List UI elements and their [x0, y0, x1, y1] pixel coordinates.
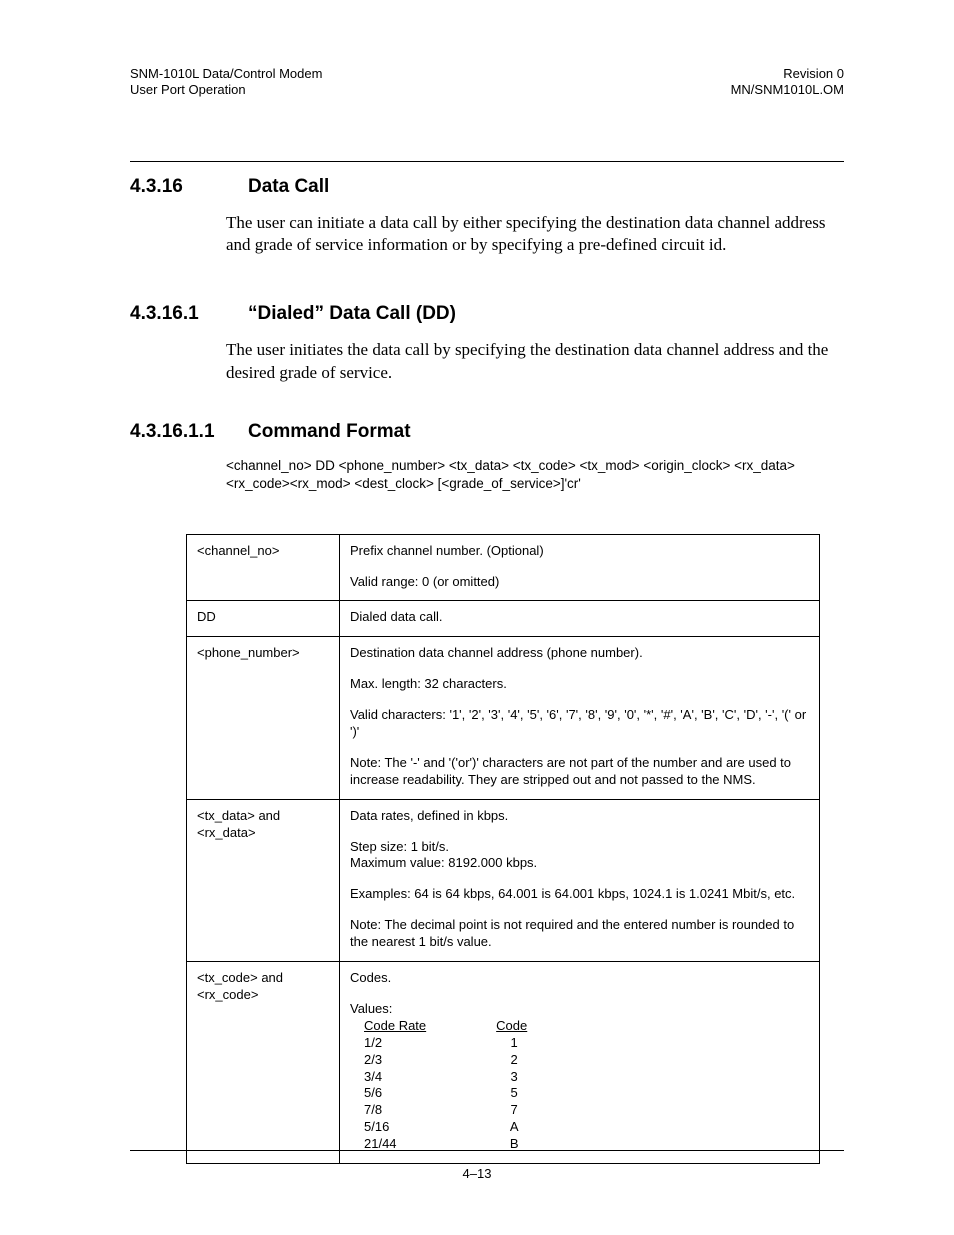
param-name: <tx_data> and <rx_data> [187, 799, 340, 961]
header-section: User Port Operation [130, 82, 322, 98]
column-header: Code Rate [364, 1018, 426, 1035]
code-rate-value: 1/2 [364, 1035, 426, 1052]
header-left: SNM-1010L Data/Control Modem User Port O… [130, 66, 322, 99]
header-product: SNM-1010L Data/Control Modem [130, 66, 322, 82]
section-number: 4.3.16 [130, 176, 216, 198]
param-text: Data rates, defined in kbps. [350, 808, 809, 825]
param-desc: Destination data channel address (phone … [340, 637, 820, 799]
section-number: 4.3.16.1.1 [130, 421, 216, 443]
param-text: Note: The decimal point is not required … [350, 917, 809, 951]
section-body: The user initiates the data call by spec… [226, 339, 844, 385]
param-text: Maximum value: 8192.000 kbps. [350, 855, 809, 872]
section-number: 4.3.16.1 [130, 303, 216, 325]
section-heading: 4.3.16.1.1 Command Format [130, 421, 844, 443]
table-row: <channel_no> Prefix channel number. (Opt… [187, 534, 820, 601]
table-row: <tx_data> and <rx_data> Data rates, defi… [187, 799, 820, 961]
table-row: <tx_code> and <rx_code> Codes. Values: C… [187, 962, 820, 1164]
section-heading: 4.3.16.1 “Dialed” Data Call (DD) [130, 303, 844, 325]
code-value: 3 [496, 1069, 532, 1086]
param-desc: Dialed data call. [340, 601, 820, 637]
footer-rule [130, 1150, 844, 1151]
header-right: Revision 0 MN/SNM1010L.OM [731, 66, 844, 99]
param-desc: Data rates, defined in kbps. Step size: … [340, 799, 820, 961]
code-rate-table: Code Rate 1/2 2/3 3/4 5/6 7/8 5/16 21/44… [364, 1018, 809, 1153]
page-number: 4–13 [0, 1166, 954, 1181]
param-text: Prefix channel number. (Optional) [350, 543, 809, 560]
code-value: 1 [496, 1035, 532, 1052]
param-text: Note: The '-' and '('or')' characters ar… [350, 755, 809, 789]
header-revision: Revision 0 [731, 66, 844, 82]
document-page: SNM-1010L Data/Control Modem User Port O… [0, 0, 954, 1235]
param-name: DD [187, 601, 340, 637]
section-title: Command Format [248, 421, 411, 443]
section-title: “Dialed” Data Call (DD) [248, 303, 456, 325]
param-text: Values: [350, 1001, 809, 1018]
code-value: 5 [496, 1085, 532, 1102]
table-row: DD Dialed data call. [187, 601, 820, 637]
column-header: Code [496, 1018, 532, 1035]
parameter-table: <channel_no> Prefix channel number. (Opt… [186, 534, 820, 1164]
param-name: <phone_number> [187, 637, 340, 799]
param-name: <channel_no> [187, 534, 340, 601]
param-text: Step size: 1 bit/s. [350, 839, 809, 856]
param-text: Valid range: 0 (or omitted) [350, 574, 809, 591]
code-value: 2 [496, 1052, 532, 1069]
section-title: Data Call [248, 176, 329, 198]
code-values-block: Values: Code Rate 1/2 2/3 3/4 5/6 7/8 5/… [350, 1001, 809, 1153]
section-heading: 4.3.16 Data Call [130, 176, 844, 198]
section-body: The user can initiate a data call by eit… [226, 212, 844, 258]
table-row: <phone_number> Destination data channel … [187, 637, 820, 799]
header-rule [130, 161, 844, 162]
code-rate-column: Code Rate 1/2 2/3 3/4 5/6 7/8 5/16 21/44 [364, 1018, 426, 1153]
code-rate-value: 5/16 [364, 1119, 426, 1136]
param-text: Dialed data call. [350, 609, 809, 626]
code-value-column: Code 1 2 3 5 7 A B [496, 1018, 532, 1153]
param-text: Examples: 64 is 64 kbps, 64.001 is 64.00… [350, 886, 809, 903]
code-rate-value: 5/6 [364, 1085, 426, 1102]
param-text-group: Step size: 1 bit/s. Maximum value: 8192.… [350, 839, 809, 873]
param-desc: Prefix channel number. (Optional) Valid … [340, 534, 820, 601]
param-name: <tx_code> and <rx_code> [187, 962, 340, 1164]
param-text: Valid characters: '1', '2', '3', '4', '5… [350, 707, 809, 741]
param-desc: Codes. Values: Code Rate 1/2 2/3 3/4 5/6… [340, 962, 820, 1164]
code-rate-value: 7/8 [364, 1102, 426, 1119]
code-rate-value: 2/3 [364, 1052, 426, 1069]
code-rate-value: 3/4 [364, 1069, 426, 1086]
param-text: Codes. [350, 970, 809, 987]
code-value: A [496, 1119, 532, 1136]
code-value: 7 [496, 1102, 532, 1119]
command-format: <channel_no> DD <phone_number> <tx_data>… [226, 457, 844, 493]
header-docnum: MN/SNM1010L.OM [731, 82, 844, 98]
running-header: SNM-1010L Data/Control Modem User Port O… [130, 66, 844, 99]
param-text: Max. length: 32 characters. [350, 676, 809, 693]
param-text: Destination data channel address (phone … [350, 645, 809, 662]
